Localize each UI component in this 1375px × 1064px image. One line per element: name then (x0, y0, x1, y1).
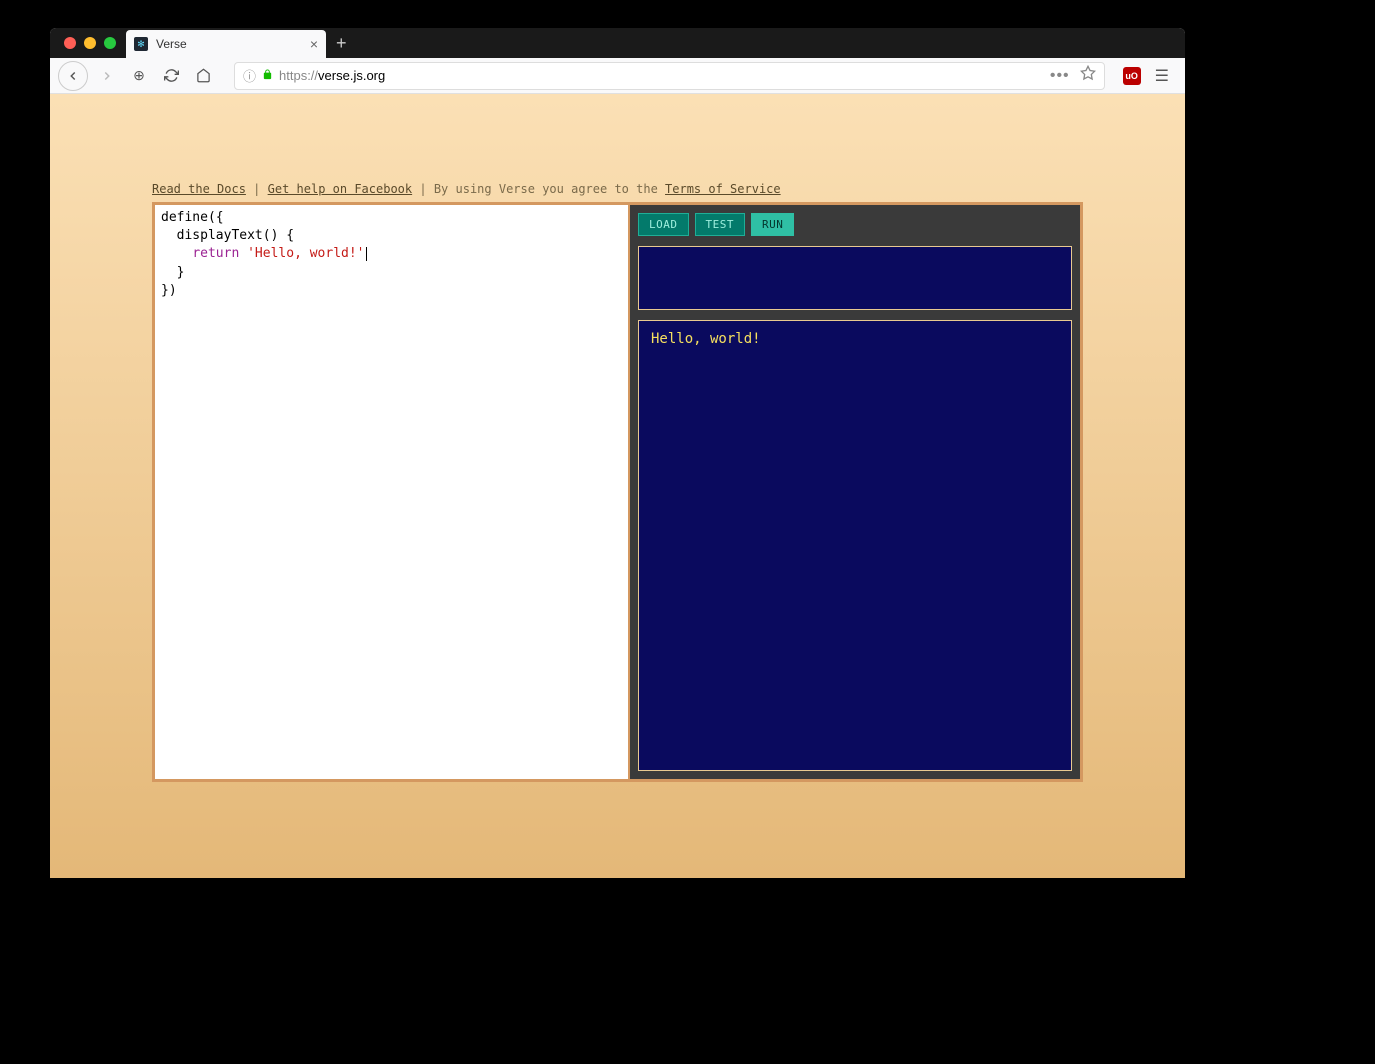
ublock-extension-button[interactable]: uO (1123, 67, 1141, 85)
browser-tab[interactable]: ✻ Verse × (126, 30, 326, 58)
output-text: Hello, world! (651, 331, 1059, 347)
facebook-help-link[interactable]: Get help on Facebook (268, 182, 413, 196)
code-line: return 'Hello, world!' (192, 246, 366, 261)
back-button[interactable] (58, 61, 88, 91)
tos-link[interactable]: Terms of Service (665, 182, 781, 196)
home-button[interactable] (190, 63, 216, 89)
code-editor[interactable]: define({ displayText() { return 'Hello, … (155, 205, 630, 779)
window-zoom-button[interactable] (104, 37, 116, 49)
page-content: Read the Docs | Get help on Facebook | B… (50, 94, 1185, 878)
hamburger-icon: ☰ (1155, 68, 1169, 85)
tab-title: Verse (156, 37, 302, 51)
browser-window: ✻ Verse × + ⊕ ⓘ https://verse.js.org (50, 28, 1185, 878)
code-line: define({ (161, 210, 224, 225)
run-button[interactable]: RUN (751, 213, 794, 236)
traffic-lights (58, 37, 126, 49)
load-button[interactable]: LOAD (638, 213, 689, 236)
reload-button[interactable] (158, 63, 184, 89)
extensions-button[interactable]: ⊕ (126, 63, 152, 89)
app-menu-button[interactable]: ☰ (1147, 66, 1177, 86)
reload-icon (164, 68, 179, 83)
top-links: Read the Docs | Get help on Facebook | B… (50, 94, 1185, 202)
bookmark-button[interactable] (1080, 65, 1096, 86)
run-pane: LOAD TEST RUN Hello, world! (630, 205, 1080, 779)
url-bar[interactable]: ⓘ https://verse.js.org ••• (234, 62, 1105, 90)
code-line: displayText() { (177, 228, 294, 243)
home-icon (196, 68, 211, 83)
ide-frame: define({ displayText() { return 'Hello, … (152, 202, 1083, 782)
text-cursor (366, 247, 367, 261)
code-line: }) (161, 283, 177, 298)
output-panel-main: Hello, world! (638, 320, 1072, 771)
globe-icon: ⊕ (133, 67, 145, 84)
ublock-label: uO (1125, 71, 1138, 81)
tab-close-button[interactable]: × (310, 36, 318, 52)
code-line: } (177, 265, 185, 280)
favicon-icon: ✻ (134, 37, 148, 51)
arrow-right-icon (100, 69, 114, 83)
tab-bar: ✻ Verse × + (50, 28, 1185, 58)
test-button[interactable]: TEST (695, 213, 746, 236)
site-info-icon[interactable]: ⓘ (243, 66, 256, 85)
forward-button[interactable] (94, 63, 120, 89)
url-text: https://verse.js.org (279, 68, 1044, 83)
new-tab-button[interactable]: + (326, 33, 357, 54)
star-icon (1080, 65, 1096, 81)
lock-icon (262, 69, 273, 83)
separator: | (253, 182, 267, 196)
page-actions-button[interactable]: ••• (1050, 67, 1070, 85)
output-panel-top (638, 246, 1072, 310)
window-close-button[interactable] (64, 37, 76, 49)
docs-link[interactable]: Read the Docs (152, 182, 246, 196)
run-toolbar: LOAD TEST RUN (638, 213, 1072, 236)
agree-text: By using Verse you agree to the (434, 182, 658, 196)
arrow-left-icon (66, 69, 80, 83)
nav-bar: ⊕ ⓘ https://verse.js.org ••• uO ☰ (50, 58, 1185, 94)
separator: | (419, 182, 433, 196)
window-minimize-button[interactable] (84, 37, 96, 49)
url-actions: ••• (1050, 65, 1096, 86)
